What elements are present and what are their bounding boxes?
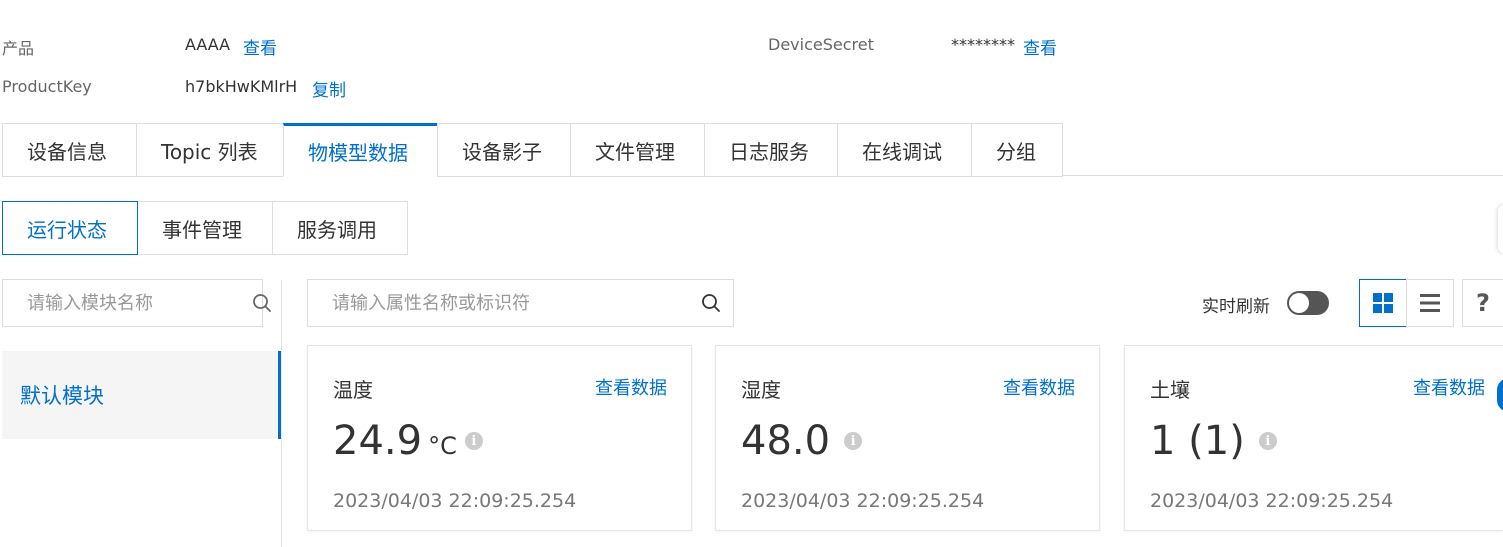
product-view-link[interactable]: 查看 — [243, 34, 277, 59]
productkey-label: ProductKey — [2, 77, 92, 96]
card-value-number: 1 (1) — [1150, 418, 1245, 464]
sidebar-divider — [281, 280, 282, 547]
product-label: 产品 — [2, 39, 35, 58]
tab-thing-model-data[interactable]: 物模型数据 — [283, 123, 437, 177]
card-timestamp: 2023/04/03 22:09:25.254 — [1150, 490, 1394, 512]
page-title-cutoff — [0, 0, 520, 8]
tabs-divider — [1062, 175, 1503, 176]
property-search-input[interactable] — [308, 280, 689, 326]
card-value: 48.0 i — [741, 418, 863, 464]
property-card-soil: 土壤 查看数据 1 (1) i 2023/04/03 22:09:25.254 — [1124, 345, 1503, 531]
tab-file-management[interactable]: 文件管理 — [570, 123, 704, 177]
product-value: AAAA — [185, 35, 231, 54]
tab-group[interactable]: 分组 — [971, 123, 1063, 177]
info-icon[interactable]: i — [464, 432, 483, 450]
property-card-humidity: 湿度 查看数据 48.0 i 2023/04/03 22:09:25.254 — [715, 345, 1100, 531]
module-search-box — [2, 279, 271, 327]
main-tabs: 设备信息 Topic 列表 物模型数据 设备影子 文件管理 日志服务 在线调试 … — [2, 123, 1063, 177]
help-icon: ? — [1476, 289, 1490, 317]
realtime-refresh-toggle[interactable] — [1287, 291, 1329, 315]
info-icon[interactable]: i — [1258, 432, 1277, 450]
tab-device-info[interactable]: 设备信息 — [2, 123, 136, 177]
side-panel-handle[interactable] — [1498, 205, 1503, 253]
card-title: 土壤 — [1150, 378, 1190, 402]
module-item-default[interactable]: 默认模块 — [2, 351, 281, 439]
help-button[interactable]: ? — [1462, 279, 1503, 327]
module-search-input[interactable] — [3, 280, 252, 326]
card-value-number: 24.9 — [333, 418, 423, 464]
realtime-refresh-label: 实时刷新 — [1202, 297, 1270, 317]
subtab-running-status[interactable]: 运行状态 — [2, 201, 138, 255]
search-icon[interactable] — [689, 293, 733, 313]
productkey-copy-link[interactable]: 复制 — [312, 76, 346, 101]
list-view-button[interactable] — [1406, 279, 1454, 327]
devicesecret-label: DeviceSecret — [768, 35, 874, 54]
card-value: 24.9 °C i — [333, 418, 483, 464]
view-data-link[interactable]: 查看数据 — [595, 374, 667, 400]
card-title: 湿度 — [741, 378, 781, 402]
view-data-link[interactable]: 查看数据 — [1413, 374, 1485, 400]
tab-device-shadow[interactable]: 设备影子 — [437, 123, 570, 177]
card-timestamp: 2023/04/03 22:09:25.254 — [741, 490, 985, 512]
productkey-value: h7bkHwKMlrH — [185, 77, 298, 96]
tab-log-service[interactable]: 日志服务 — [704, 123, 837, 177]
grid-view-button[interactable] — [1359, 279, 1407, 327]
toggle-knob — [1289, 293, 1309, 313]
subtab-event-management[interactable]: 事件管理 — [138, 201, 273, 255]
card-title: 温度 — [333, 378, 373, 402]
view-data-link[interactable]: 查看数据 — [1003, 374, 1075, 400]
property-card-temperature: 温度 查看数据 24.9 °C i 2023/04/03 22:09:25.25… — [307, 345, 692, 531]
devicesecret-value: ******** — [951, 35, 1015, 54]
info-icon[interactable]: i — [844, 432, 863, 450]
card-value-unit: °C — [428, 432, 457, 460]
tab-online-debug[interactable]: 在线调试 — [837, 123, 971, 177]
property-search-box — [307, 279, 734, 327]
sub-tabs: 运行状态 事件管理 服务调用 — [2, 201, 408, 255]
card-value: 1 (1) i — [1150, 418, 1277, 464]
list-icon — [1420, 294, 1440, 312]
card-timestamp: 2023/04/03 22:09:25.254 — [333, 490, 577, 512]
module-item-label: 默认模块 — [20, 384, 104, 408]
tab-topic-list[interactable]: Topic 列表 — [136, 123, 283, 177]
card-value-number: 48.0 — [741, 418, 831, 464]
devicesecret-view-link[interactable]: 查看 — [1023, 34, 1057, 59]
subtab-service-call[interactable]: 服务调用 — [273, 201, 408, 255]
search-icon[interactable] — [252, 293, 272, 313]
grid-icon — [1373, 293, 1393, 313]
